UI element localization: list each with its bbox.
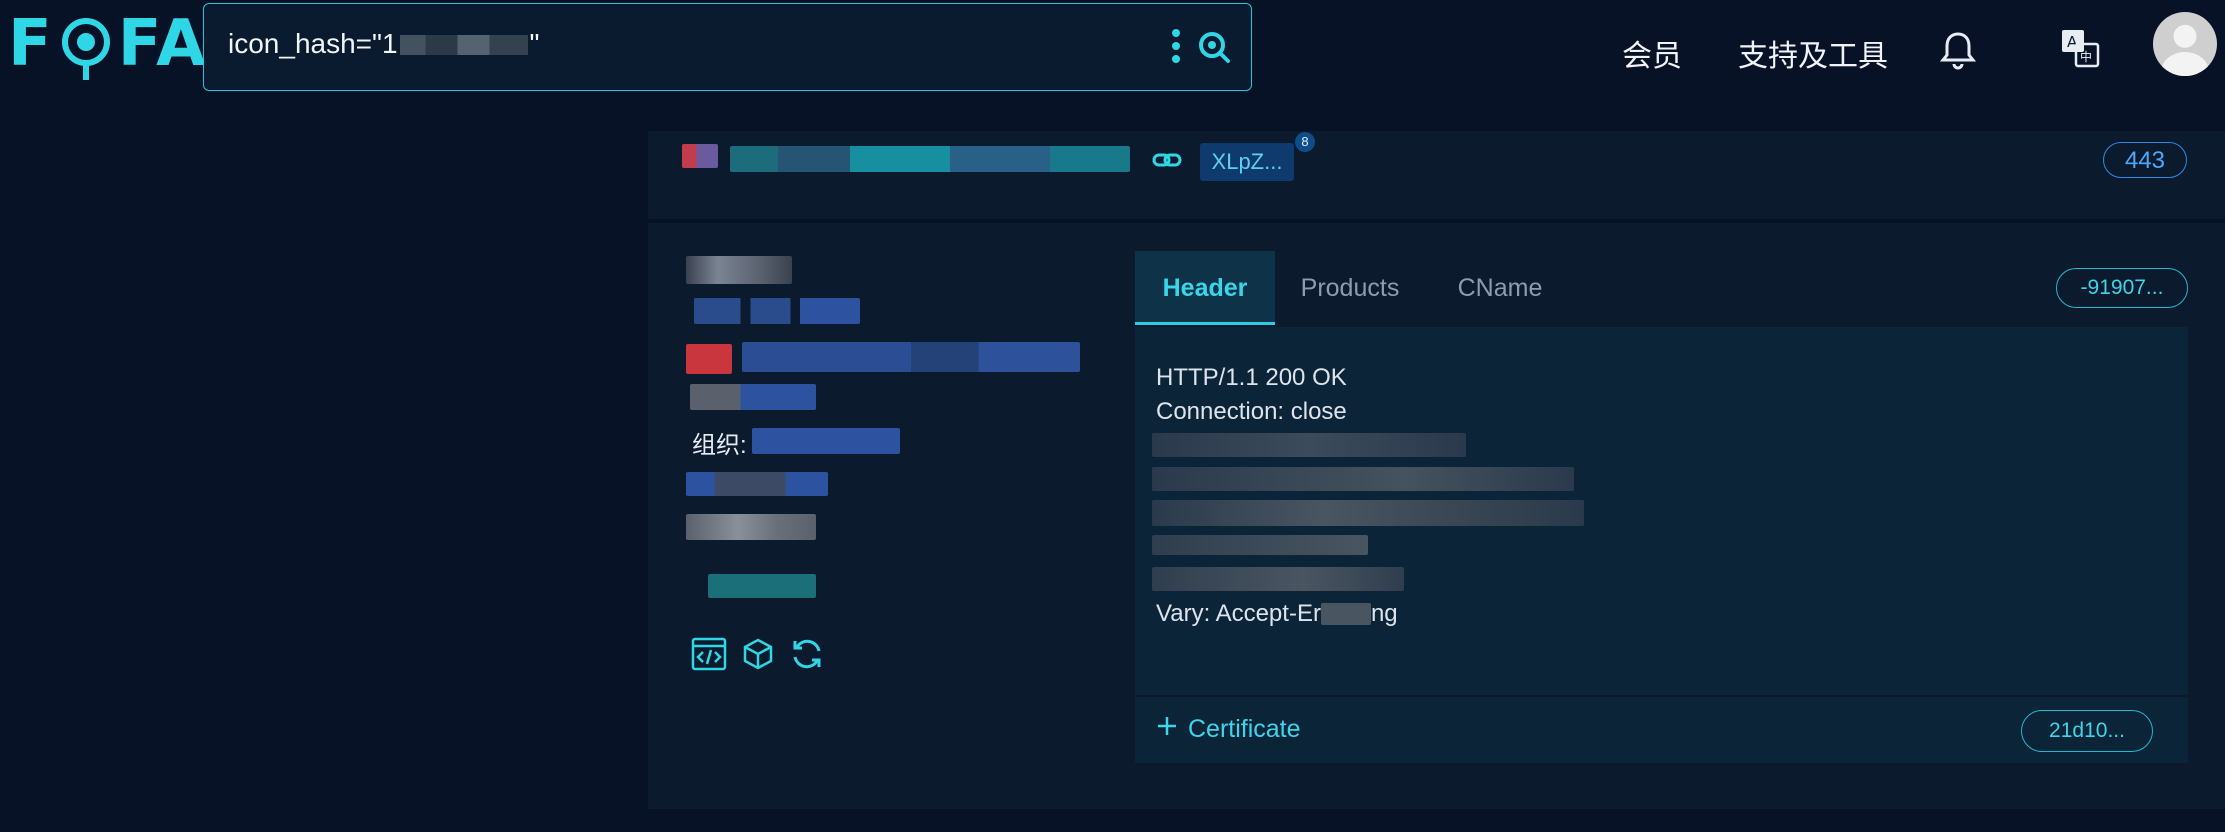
redacted-header-line [1152,467,1574,491]
tag-count-badge: 8 [1295,132,1315,152]
action-icons [691,637,825,676]
link-icon[interactable] [1152,150,1182,175]
svg-text:中: 中 [2080,49,2092,64]
redacted-flag [686,344,732,374]
redacted-tag[interactable] [708,574,816,598]
code-icon[interactable] [691,637,727,676]
redacted-host[interactable] [730,146,1130,172]
redacted-ip [686,256,792,284]
fofa-logo[interactable]: F FA [8,7,208,81]
redacted-favicon [682,144,718,168]
redacted-header-line [1152,433,1466,457]
search-input[interactable]: icon_hash="1 " [228,28,539,60]
logo-o-icon [58,16,114,80]
redacted-date [686,514,816,540]
certificate-hash-chip[interactable]: 21d10... [2021,710,2153,752]
port-badge[interactable]: 443 [2103,142,2187,178]
result-card-top [648,131,2225,219]
top-bar: F FA icon_hash="1 " 会员 支持及工具 A中 [0,0,2225,98]
redacted-header-line [1152,567,1404,591]
certificate-label: Certificate [1188,715,1301,743]
more-vertical-icon[interactable] [1171,28,1181,69]
plus-icon [1156,715,1178,744]
bell-icon[interactable] [1939,30,1977,75]
avatar[interactable] [2153,12,2217,76]
translate-icon[interactable]: A中 [2060,28,2100,73]
header-line-status: HTTP/1.1 200 OK [1156,364,1347,391]
redacted-header-line [1152,500,1584,526]
redacted-field[interactable] [686,472,828,496]
certificate-toggle[interactable]: Certificate [1156,715,1301,744]
nav-support-tools[interactable]: 支持及工具 [1738,31,1888,75]
tab-cname[interactable]: CName [1425,251,1575,325]
hash-chip[interactable]: -91907... [2056,268,2188,308]
org-label: 组织: [692,432,747,459]
tag-chip[interactable]: XLpZ... [1200,143,1294,181]
header-line-vary: Vary: Accept-Er ng [1156,600,1398,627]
redacted-domain[interactable] [694,298,860,324]
search-bar[interactable]: icon_hash="1 " [203,3,1252,91]
tab-products[interactable]: Products [1275,251,1425,325]
redacted-asn[interactable] [690,384,816,410]
search-icon[interactable] [1197,30,1231,69]
redacted-value [399,35,528,55]
tab-header[interactable]: Header [1135,251,1275,325]
nav-member[interactable]: 会员 [1622,31,1682,75]
header-line-connection: Connection: close [1156,398,1347,425]
redacted-header-line [1152,535,1368,555]
cube-icon[interactable] [741,637,775,676]
detail-tabs: Header Products CName [1135,251,2188,325]
refresh-icon[interactable] [789,637,825,676]
redacted-org[interactable] [752,428,900,454]
redacted-location[interactable] [742,342,1080,372]
